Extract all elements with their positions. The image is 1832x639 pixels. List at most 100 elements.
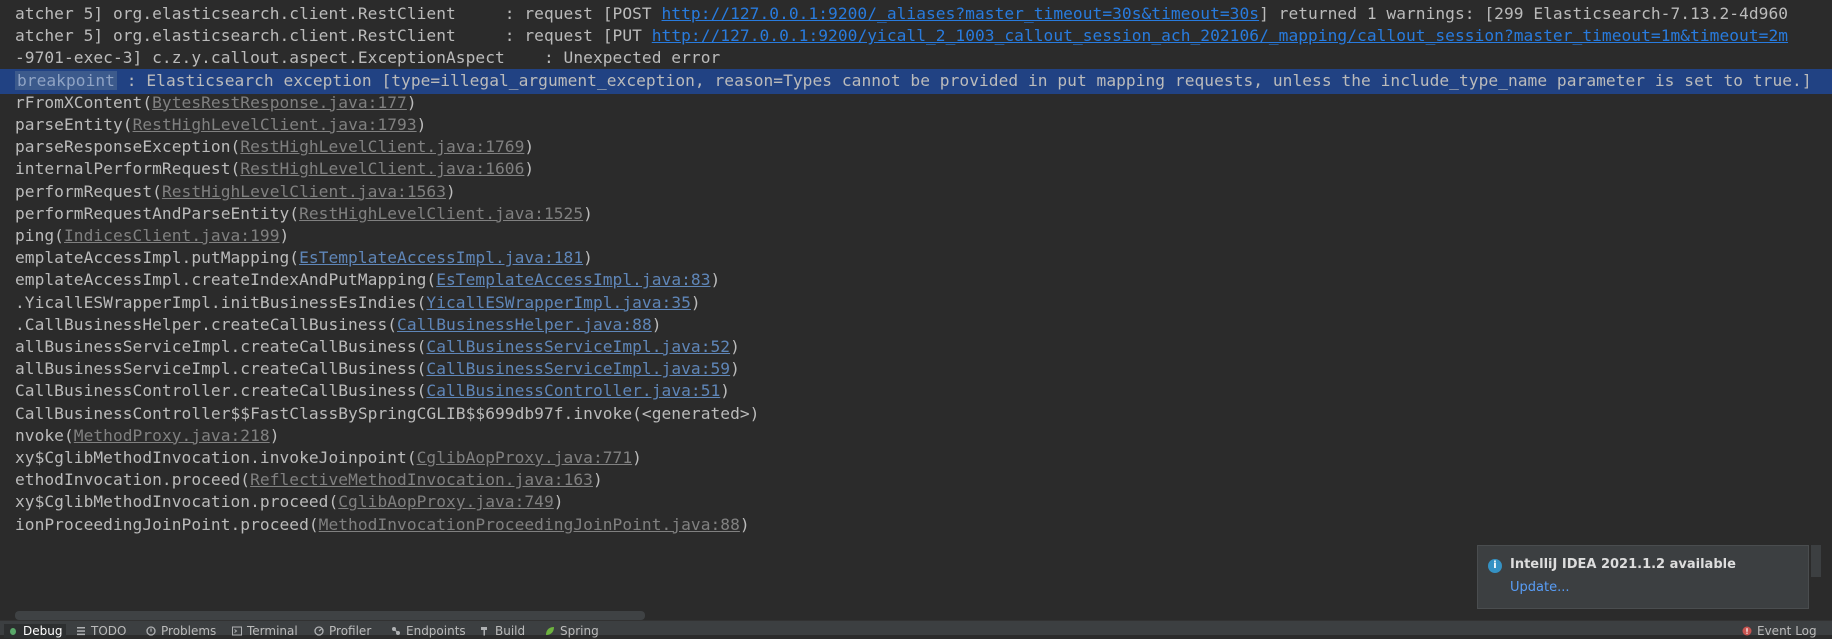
log-text: ping( — [15, 226, 64, 245]
source-link[interactable]: EsTemplateAccessImpl.java:83 — [436, 270, 710, 289]
event-log-icon — [1742, 625, 1752, 636]
tab-spring[interactable]: Spring — [545, 624, 599, 638]
library-source-link[interactable]: MethodProxy.java:218 — [74, 426, 270, 445]
hammer-icon — [480, 625, 490, 636]
log-text: parseEntity( — [15, 115, 133, 134]
tab-debug[interactable]: Debug — [4, 624, 67, 638]
log-text: nvoke( — [15, 425, 74, 445]
terminal-icon — [232, 625, 242, 636]
log-text: ) — [632, 448, 642, 467]
tab-profiler[interactable]: Profiler — [314, 624, 371, 638]
log-text: ) — [592, 470, 603, 490]
tab-todo-label: TODO — [91, 624, 127, 638]
library-source-link[interactable]: RestHighLevelClient.java:1563 — [162, 182, 446, 201]
log-text: performRequest( — [15, 181, 162, 201]
log-text: xy$CglibMethodInvocation.invokeJoinpoint… — [15, 448, 417, 467]
log-text: emplateAccessImpl.createIndexAndPutMappi… — [15, 270, 437, 290]
log-text: ) — [583, 248, 593, 268]
library-source-link[interactable]: MethodInvocationProceedingJoinPoint.java… — [319, 515, 740, 534]
tab-build[interactable]: Build — [480, 624, 525, 638]
library-source-link[interactable]: IndicesClient.java:199 — [64, 226, 280, 245]
tab-endpoints-label: Endpoints — [406, 624, 466, 638]
log-text: .YicallESWrapperImpl.initBusinessEsIndie… — [15, 292, 427, 312]
tool-window-bar: Debug TODO Problems Terminal Profiler En… — [0, 620, 1832, 638]
log-text: ) — [416, 115, 427, 134]
log-text: internalPerformRequest( — [15, 159, 241, 179]
tab-problems[interactable]: Problems — [146, 624, 216, 638]
console-output[interactable]: atcher 5] org.elasticsearch.client.RestC… — [0, 0, 1832, 620]
log-text: ) — [553, 492, 564, 512]
problems-icon — [146, 625, 156, 636]
console-line: ionProceedingJoinPoint.proceed(MethodInv… — [15, 512, 750, 538]
log-text: atcher 5] org.elasticsearch.client.RestC… — [15, 26, 652, 46]
log-text: CallBusinessController.createCallBusines… — [15, 381, 427, 401]
log-text: ) — [739, 514, 750, 534]
log-text: ) — [730, 359, 740, 379]
log-text: ) — [446, 181, 456, 201]
tab-profiler-label: Profiler — [329, 624, 372, 638]
tab-terminal-label: Terminal — [247, 624, 298, 638]
source-link[interactable]: CallBusinessController.java:51 — [426, 381, 720, 400]
spring-icon — [545, 625, 555, 635]
log-text: ) — [269, 425, 280, 445]
bug-icon — [8, 625, 18, 635]
update-link[interactable]: Update... — [1510, 580, 1569, 595]
log-text: -9701-exec-3] c.z.y.callout.aspect.Excep… — [15, 48, 721, 68]
source-link[interactable]: YicallESWrapperImpl.java:35 — [426, 293, 690, 312]
log-text: ) — [279, 226, 290, 245]
breakpoint-tag: breakpoint — [15, 70, 117, 90]
profiler-icon — [314, 625, 324, 636]
tab-debug-label: Debug — [23, 624, 63, 638]
tab-todo[interactable]: TODO — [76, 624, 126, 638]
library-source-link[interactable]: RestHighLevelClient.java:1606 — [240, 159, 524, 178]
source-link[interactable]: CallBusinessHelper.java:88 — [397, 315, 652, 334]
source-link[interactable]: CallBusinessServiceImpl.java:59 — [426, 359, 730, 378]
log-text: rFromXContent( — [15, 92, 153, 112]
log-text: parseResponseException( — [15, 137, 241, 157]
info-icon: i — [1488, 559, 1502, 573]
tab-event-log[interactable]: Event Log — [1742, 624, 1817, 638]
tab-event-log-label: Event Log — [1757, 624, 1817, 638]
notification-title: IntelliJ IDEA 2021.1.2 available — [1510, 557, 1736, 572]
list-icon — [76, 625, 86, 636]
notification-side-strip — [1811, 545, 1821, 577]
library-source-link[interactable]: RestHighLevelClient.java:1769 — [240, 137, 524, 156]
log-text: CallBusinessController$$FastClassBySprin… — [15, 403, 760, 423]
log-text: ) — [583, 203, 593, 223]
log-text: allBusinessServiceImpl.createCallBusines… — [15, 359, 427, 379]
log-text: performRequestAndParseEntity( — [15, 203, 300, 223]
tab-endpoints[interactable]: Endpoints — [391, 624, 466, 638]
source-link[interactable]: CallBusinessServiceImpl.java:52 — [426, 337, 730, 356]
log-text: ) — [524, 137, 535, 157]
log-text: ) — [710, 270, 721, 290]
update-notification[interactable]: i IntelliJ IDEA 2021.1.2 available Updat… — [1477, 545, 1809, 609]
tab-problems-label: Problems — [161, 624, 217, 638]
tab-build-label: Build — [495, 624, 526, 638]
log-text: .CallBusinessHelper.createCallBusiness( — [15, 314, 398, 334]
source-link[interactable]: EsTemplateAccessImpl.java:181 — [299, 248, 583, 267]
url-link[interactable]: http://127.0.0.1:9200/_aliases?master_ti… — [662, 4, 1260, 23]
library-source-link[interactable]: CglibAopProxy.java:749 — [338, 492, 554, 511]
library-source-link[interactable]: CglibAopProxy.java:771 — [417, 448, 633, 467]
library-source-link[interactable]: RestHighLevelClient.java:1793 — [133, 115, 417, 134]
log-text: ) — [720, 381, 731, 401]
library-source-link[interactable]: BytesRestResponse.java:177 — [152, 93, 407, 112]
log-text: ) — [524, 159, 535, 179]
library-source-link[interactable]: RestHighLevelClient.java:1525 — [299, 204, 583, 223]
library-source-link[interactable]: ReflectiveMethodInvocation.java:163 — [250, 470, 593, 489]
horizontal-scrollbar-thumb[interactable] — [15, 611, 645, 620]
log-text: emplateAccessImpl.putMapping( — [15, 248, 300, 268]
log-text: ) — [730, 337, 740, 356]
log-text: ethodInvocation.proceed( — [15, 470, 251, 490]
log-text: ) — [690, 292, 701, 312]
log-text: xy$CglibMethodInvocation.proceed( — [15, 492, 339, 512]
log-text: ionProceedingJoinPoint.proceed( — [15, 514, 319, 534]
log-text: allBusinessServiceImpl.createCallBusines… — [15, 337, 427, 356]
log-text: atcher 5] org.elasticsearch.client.RestC… — [15, 4, 662, 23]
tab-terminal[interactable]: Terminal — [232, 624, 298, 638]
log-text: ) — [651, 314, 662, 334]
tab-spring-label: Spring — [560, 624, 599, 638]
log-text: ) — [406, 92, 417, 112]
log-text: ] returned 1 warnings: [299 Elasticsearc… — [1259, 4, 1789, 23]
url-link[interactable]: http://127.0.0.1:9200/yicall_2_1003_call… — [652, 26, 1788, 45]
